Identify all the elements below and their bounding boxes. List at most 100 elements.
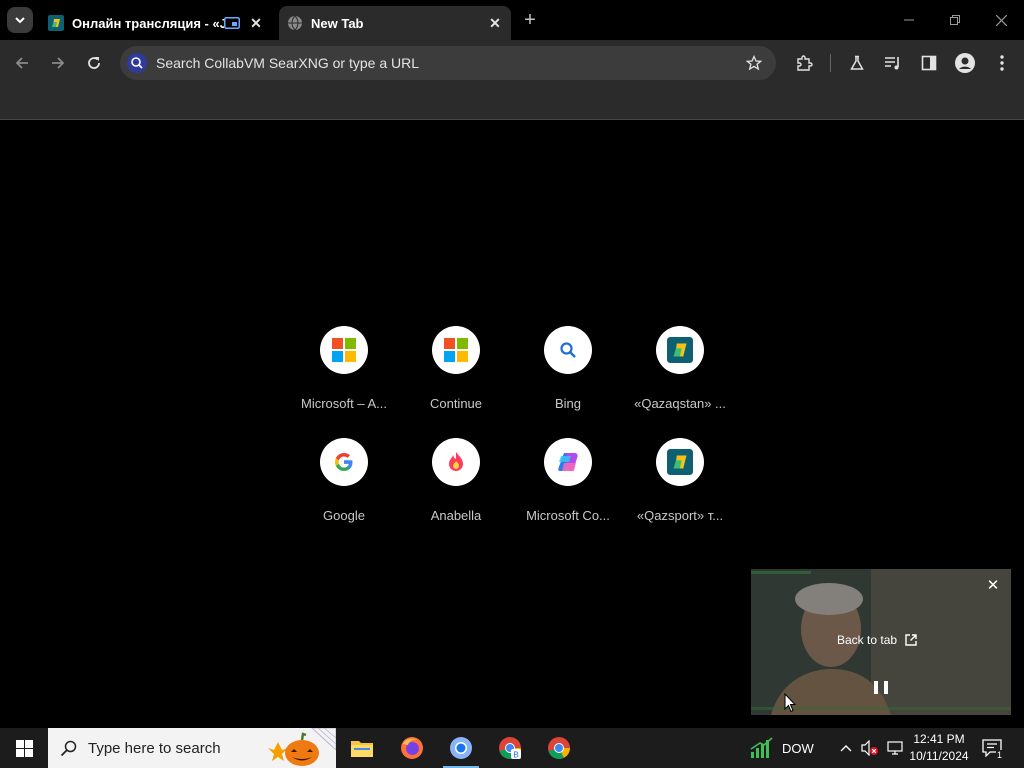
restore-button[interactable] <box>932 0 978 40</box>
side-panel-icon <box>921 55 937 71</box>
globe-icon <box>288 15 302 31</box>
flask-icon <box>850 55 864 70</box>
stock-widget[interactable]: DOW <box>750 728 814 768</box>
show-hidden-icons-button[interactable] <box>840 728 852 768</box>
minimize-button[interactable] <box>886 0 932 40</box>
taskbar-chrome-beta[interactable]: B <box>486 728 534 768</box>
mouse-cursor-icon <box>784 693 796 713</box>
shortcut-label: Bing <box>554 396 582 411</box>
forward-button[interactable] <box>46 51 70 75</box>
clock-date: 10/11/2024 <box>909 749 969 763</box>
tab-online-stream[interactable]: Онлайн трансляция - «JAI ✕ <box>40 6 272 40</box>
taskbar-file-explorer[interactable] <box>338 728 386 768</box>
notification-count-badge: 1 <box>996 750 1004 760</box>
action-center-button[interactable]: 1 <box>982 728 1004 768</box>
shortcut-label: Google <box>323 508 365 523</box>
system-clock[interactable]: 12:41 PM 10/11/2024 <box>906 731 972 765</box>
toolbar-separator <box>830 54 831 72</box>
avatar-icon <box>955 53 975 73</box>
tab-title: New Tab <box>311 15 364 31</box>
search-engine-icon <box>126 52 148 74</box>
firefox-icon <box>401 737 423 759</box>
puzzle-icon <box>797 55 813 71</box>
shortcut-label: Continue <box>429 396 483 411</box>
address-bar[interactable]: Search CollabVM SearXNG or type a URL <box>120 46 776 80</box>
qazaqstan-favicon-icon <box>48 15 64 31</box>
volume-button[interactable] <box>861 728 879 768</box>
shortcut-tile[interactable]: Anabella <box>400 430 512 542</box>
reload-icon <box>88 57 100 69</box>
shortcut-icon-circle <box>656 326 704 374</box>
chrome-icon <box>548 737 570 759</box>
qazsport-logo-icon <box>667 449 693 475</box>
back-button[interactable] <box>10 51 34 75</box>
close-icon <box>995 14 1007 26</box>
menu-button[interactable] <box>990 51 1014 75</box>
folder-icon <box>351 741 373 757</box>
close-pip-icon[interactable]: ✕ <box>985 577 1001 594</box>
copilot-icon <box>558 453 578 471</box>
browser-toolbar: Search CollabVM SearXNG or type a URL <box>0 40 1024 86</box>
media-controls-button[interactable] <box>881 51 905 75</box>
shortcut-icon-circle <box>432 326 480 374</box>
extensions-button[interactable] <box>792 51 816 75</box>
close-tab-icon[interactable]: ✕ <box>485 13 505 33</box>
network-icon <box>887 741 903 755</box>
shortcut-label: Microsoft Co... <box>526 508 610 523</box>
shortcut-tile[interactable]: «Qazsport» т... <box>624 430 736 542</box>
close-tab-icon[interactable]: ✕ <box>246 13 266 33</box>
google-logo-icon <box>335 453 353 471</box>
svg-text:B: B <box>513 751 518 760</box>
clock-time: 12:41 PM <box>913 732 965 746</box>
back-to-tab-label: Back to tab <box>837 633 898 647</box>
chevron-down-icon <box>15 17 25 24</box>
shortcut-label: Anabella <box>430 508 482 523</box>
open-in-new-icon <box>905 634 917 646</box>
chevron-up-icon <box>840 745 852 752</box>
tab-search-button[interactable] <box>7 7 33 33</box>
tab-title: Онлайн трансляция - «JAI <box>72 15 224 31</box>
close-window-button[interactable] <box>978 0 1024 40</box>
new-tab-button[interactable]: + <box>520 10 540 30</box>
shortcut-icon-circle <box>320 326 368 374</box>
windows-taskbar: Type here to search B DOW 12:41 PM 10/11… <box>0 728 1024 768</box>
start-button[interactable] <box>0 728 48 768</box>
shortcut-tile[interactable]: Microsoft – A... <box>288 318 400 430</box>
shortcut-label: Microsoft – A... <box>301 396 387 411</box>
pause-icon[interactable] <box>874 681 888 695</box>
search-icon <box>60 740 77 757</box>
flame-icon <box>449 452 463 471</box>
tab-new-tab[interactable]: New Tab ✕ <box>279 6 511 40</box>
shortcut-tile[interactable]: Google <box>288 430 400 542</box>
minimize-icon <box>904 19 914 21</box>
bookmark-star-button[interactable] <box>742 51 766 75</box>
windows-logo-icon <box>15 739 33 757</box>
speaker-muted-icon <box>861 740 878 756</box>
tab-strip: Онлайн трансляция - «JAI ✕ New Tab ✕ + <box>0 0 1024 40</box>
back-to-tab-button[interactable]: Back to tab <box>837 633 917 647</box>
side-panel-button[interactable] <box>917 51 941 75</box>
search-icon <box>560 342 576 358</box>
shortcut-label: «Qazsport» т... <box>636 508 724 523</box>
taskbar-search-box[interactable]: Type here to search <box>48 728 336 768</box>
shortcut-tile[interactable]: Microsoft Co... <box>512 430 624 542</box>
labs-button[interactable] <box>845 51 869 75</box>
chromium-icon <box>450 737 472 759</box>
arrow-left-icon <box>15 57 28 69</box>
network-button[interactable] <box>886 728 904 768</box>
arrow-right-icon <box>52 57 65 69</box>
shortcut-icon-circle <box>320 438 368 486</box>
reload-button[interactable] <box>82 51 106 75</box>
shortcut-tile[interactable]: Bing <box>512 318 624 430</box>
shortcut-icon-circle <box>432 438 480 486</box>
shortcut-tile[interactable]: «Qazaqstan» ... <box>624 318 736 430</box>
stock-chart-icon <box>750 737 773 758</box>
taskbar-firefox[interactable] <box>388 728 436 768</box>
taskbar-chrome[interactable] <box>535 728 583 768</box>
microsoft-logo-icon <box>444 338 468 362</box>
profile-button[interactable] <box>953 51 977 75</box>
stock-ticker-label: DOW <box>782 740 814 756</box>
picture-in-picture-icon[interactable] <box>224 17 240 29</box>
shortcut-tile[interactable]: Continue <box>400 318 512 430</box>
taskbar-chromium[interactable] <box>437 728 485 768</box>
